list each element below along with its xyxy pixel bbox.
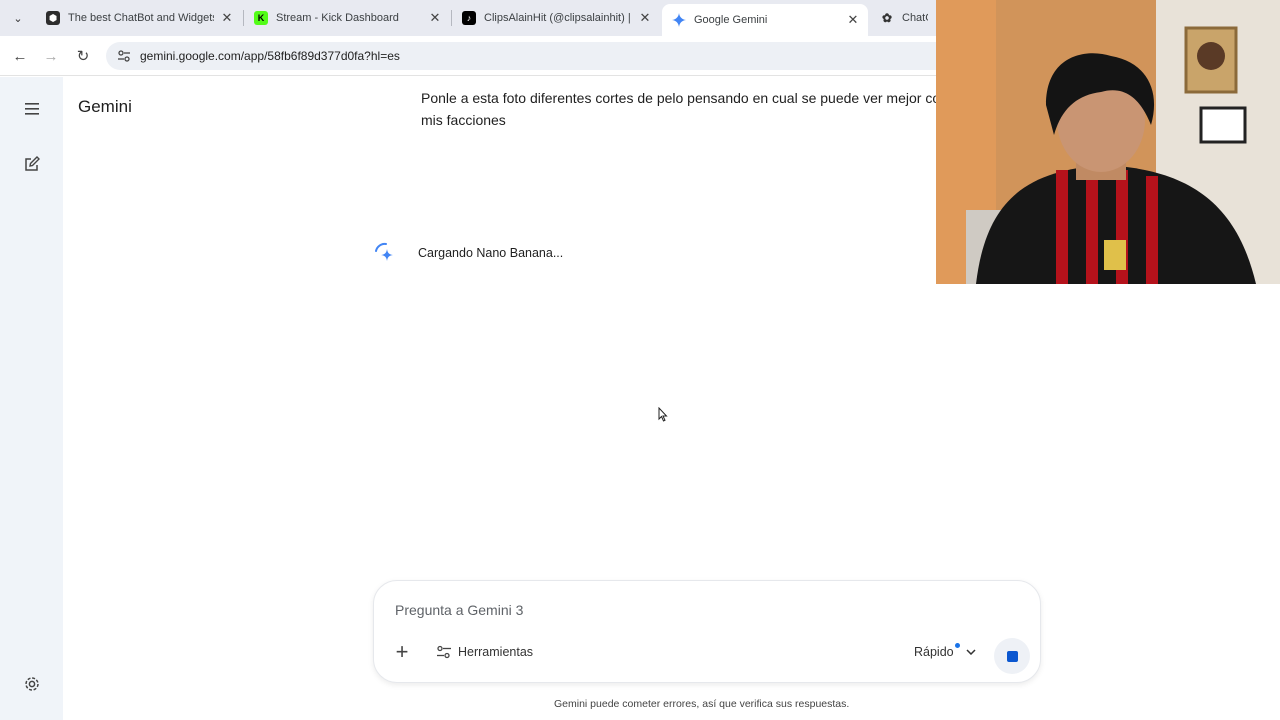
close-icon[interactable]: ✕ — [638, 10, 652, 26]
url-text: gemini.google.com/app/58fb6f89d377d0fa?h… — [140, 49, 400, 63]
gemini-spinner-icon — [375, 242, 393, 261]
tab-chatgpt[interactable]: ✿ ChatGP — [870, 4, 936, 32]
close-icon[interactable]: ✕ — [220, 10, 234, 26]
main-menu-icon[interactable] — [20, 97, 44, 121]
sidebar — [0, 77, 63, 720]
hexagon-icon: ⬢ — [46, 11, 60, 25]
chatgpt-icon: ✿ — [881, 11, 893, 25]
tools-label: Herramientas — [458, 645, 534, 659]
mouse-cursor-icon — [658, 407, 668, 422]
chevron-down-icon — [966, 647, 976, 658]
user-prompt-text: Ponle a esta foto diferentes cortes de p… — [421, 90, 1010, 128]
forward-arrow-icon[interactable]: → — [39, 44, 63, 68]
add-attachment-icon[interactable]: + — [392, 641, 412, 663]
kick-icon: K — [254, 11, 268, 25]
tab-chatbot-widgets[interactable]: ⬢ The best ChatBot and Widgets ✕ — [36, 4, 242, 32]
reload-icon[interactable]: ↻ — [71, 44, 95, 68]
settings-gear-icon[interactable] — [20, 672, 44, 696]
tab-title: Stream - Kick Dashboard — [276, 12, 399, 24]
tab-title: ClipsAlainHit (@clipsalainhit) | T — [484, 12, 632, 24]
tiktok-icon: ♪ — [462, 11, 476, 25]
back-arrow-icon[interactable]: ← — [8, 44, 32, 68]
prompt-input[interactable]: Pregunta a Gemini 3 — [395, 602, 523, 618]
stop-icon — [1006, 650, 1018, 662]
site-settings-icon[interactable] — [116, 48, 132, 64]
mode-label: Rápido — [914, 645, 954, 659]
loading-status: Cargando Nano Banana... — [372, 241, 563, 265]
disclaimer-text: Gemini puede cometer errores, así que ve… — [554, 698, 850, 710]
tab-title: ChatGP — [902, 12, 928, 24]
tab-kick-dashboard[interactable]: K Stream - Kick Dashboard ✕ — [244, 4, 450, 32]
close-icon[interactable]: ✕ — [428, 10, 442, 26]
tab-tiktok-clips[interactable]: ♪ ClipsAlainHit (@clipsalainhit) | T ✕ — [452, 4, 660, 32]
tab-search-chevron-icon[interactable]: ⌄ — [8, 8, 28, 28]
gemini-icon — [672, 13, 686, 27]
mode-indicator-dot — [954, 642, 960, 648]
close-icon[interactable]: ✕ — [846, 12, 860, 28]
webcam-overlay — [936, 0, 1280, 284]
app-brand-title[interactable]: Gemini — [78, 97, 132, 117]
tab-title: Google Gemini — [694, 14, 768, 26]
prompt-composer[interactable]: Pregunta a Gemini 3 + Herramientas Rápid… — [373, 580, 1041, 683]
tools-sliders-icon — [437, 645, 451, 659]
model-mode-selector[interactable]: Rápido — [914, 642, 976, 659]
address-bar[interactable]: gemini.google.com/app/58fb6f89d377d0fa?h… — [106, 42, 1006, 70]
loading-text: Cargando Nano Banana... — [418, 246, 564, 260]
tab-google-gemini[interactable]: Google Gemini ✕ — [662, 4, 868, 36]
new-chat-icon[interactable] — [20, 152, 44, 176]
stop-generation-button[interactable] — [994, 638, 1030, 674]
tools-button[interactable]: Herramientas — [436, 645, 533, 659]
tab-title: The best ChatBot and Widgets — [68, 12, 214, 24]
